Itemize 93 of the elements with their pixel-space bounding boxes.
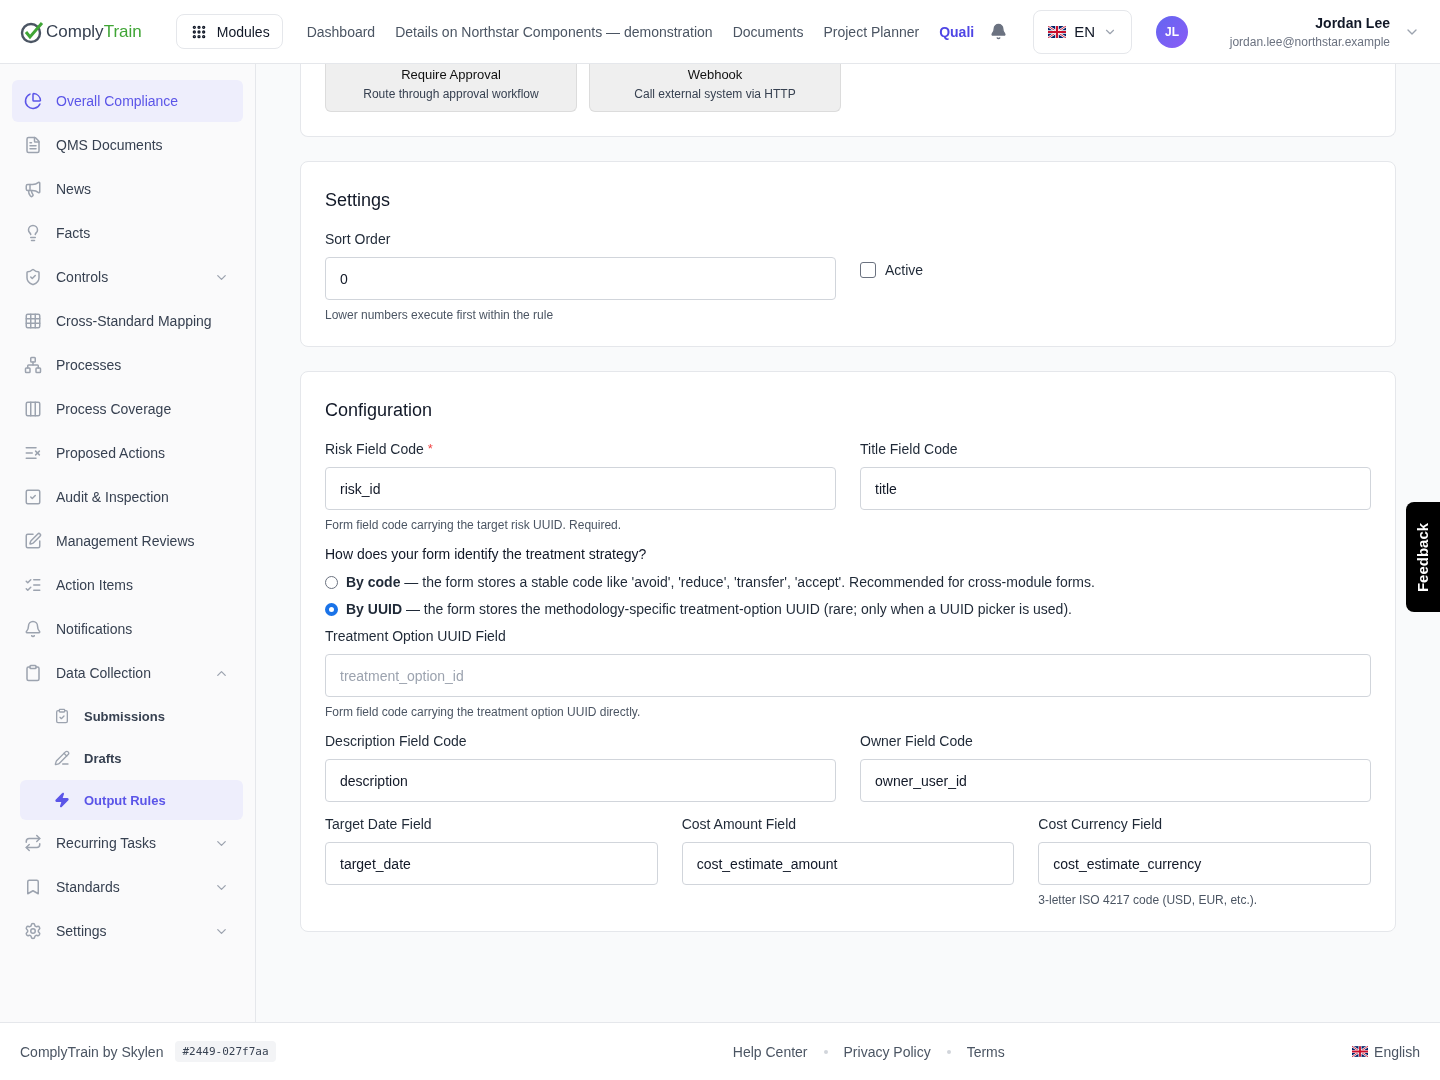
question-text: How does your form identify the treatment strategy? [325,546,648,562]
sidebar-item[interactable]: Process Coverage [12,388,243,430]
input-field[interactable]: title [860,467,1371,510]
section-title: Configuration [325,400,434,421]
field-label: Sort Order [325,231,392,247]
bell-icon[interactable] [990,23,1008,40]
sidebar-item[interactable]: Controls [12,256,243,298]
sidebar-item[interactable]: Overall Compliance [12,80,243,122]
field-hint: Form field code carrying the treatment option UUID directly. [325,705,642,719]
sidebar-item[interactable]: Management Reviews [12,520,243,562]
input-field[interactable]: target_date [325,842,658,885]
sidebar-item[interactable]: Processes [12,344,243,386]
shield-icon [24,268,42,286]
hierarchy-icon [24,356,42,374]
radio-option[interactable]: By UUID — the form stores the methodology-specific treatment-option UUID (rare; only when a UUID picker is used). [325,601,1371,617]
pencil-lines-icon [54,750,70,766]
user-name: Jordan Lee [1315,14,1390,31]
sidebar-item[interactable]: Recurring Tasks [12,822,243,864]
radio-option[interactable]: By code — the form stores a stable code like 'avoid', 'reduce', 'transfer', 'accept'. Recommended for cross-module forms. [325,574,1371,590]
checklist-icon [24,576,42,594]
list-icon [24,444,42,462]
field-label: Title Field Code [860,441,958,457]
action-option[interactable]: Require Approval Route through approval workflow [325,64,577,112]
user-email: jordan.lee@northstar.example [1229,34,1390,49]
modules-button[interactable]: Modules [175,14,283,49]
language-link[interactable]: English [1374,1043,1420,1060]
sidebar-item[interactable]: Cross-Standard Mapping [12,300,243,342]
bookmark-icon [24,878,42,896]
field-label: Cost Amount Field [681,816,797,832]
sidebar-item[interactable]: Facts [12,212,243,254]
columns-icon [24,400,42,418]
pen-square-icon [24,532,42,550]
field-label: Target Date Field [325,816,432,832]
sidebar-subitem[interactable]: Drafts [20,738,243,778]
repeat-icon [24,834,42,852]
sidebar-item[interactable]: Data Collection [12,652,243,694]
flag-icon [1048,25,1067,38]
field-hint: Lower numbers execute first within the rule [325,308,555,322]
sidebar-item[interactable]: Settings [12,910,243,952]
bell-icon [24,620,42,638]
lightning-icon [54,792,70,808]
nav-link[interactable]: Quali [939,23,975,40]
active-checkbox[interactable]: Active [860,231,1371,278]
sidebar-item[interactable]: QMS Documents [12,124,243,166]
footer-link[interactable]: Terms [966,1043,1005,1060]
sidebar-item[interactable]: Standards [12,866,243,908]
version-tag: #2449-027f7aa [175,1041,276,1062]
sidebar-subitem[interactable]: Output Rules [20,780,243,820]
grid-icon [24,312,42,330]
field-hint: 3-letter ISO 4217 code (USD, EUR, etc.). [1038,893,1259,907]
input-field[interactable]: description [325,759,836,802]
nav-link[interactable]: Project Planner [823,23,920,40]
pie-chart-icon [24,92,42,110]
document-icon [24,136,42,154]
clipboard-check-icon [54,708,70,724]
logo-text: ComplyTrain [46,21,142,42]
field-label: Owner Field Code [860,733,973,749]
required-mark: * [427,441,433,456]
action-option[interactable]: Webhook Call external system via HTTP [589,64,841,112]
nav-link[interactable]: Details on Northstar Components — demonstration [395,23,713,40]
grid-icon [190,23,207,40]
input-field[interactable]: treatment_option_id [325,654,1371,697]
sidebar-item[interactable]: News [12,168,243,210]
input-field[interactable]: owner_user_id [860,759,1371,802]
nav-link[interactable]: Dashboard [306,23,376,40]
clipboard-icon [24,664,42,682]
sidebar-item[interactable]: Notifications [12,608,243,650]
footer-brand: ComplyTrain by Skylen [20,1043,164,1060]
language-selector[interactable]: EN [1033,9,1133,54]
sidebar-item[interactable]: Audit & Inspection [12,476,243,518]
megaphone-icon [24,180,42,198]
field-label: Treatment Option UUID Field [325,628,507,644]
input-field[interactable]: 0 [325,257,836,300]
footer-link[interactable]: Help Center [732,1043,808,1060]
checkmark-logo-icon [20,19,44,44]
sidebar-item[interactable]: Action Items [12,564,243,606]
input-field[interactable]: risk_id [325,467,836,510]
checkbox-icon [24,488,42,506]
input-field[interactable]: cost_estimate_currency [1038,842,1371,885]
field-hint: Form field code carrying the target risk UUID. Required. [325,518,623,532]
sidebar-item[interactable]: Proposed Actions [12,432,243,474]
field-label: Cost Currency Field [1038,816,1163,832]
user-avatar[interactable]: JL [1156,15,1189,48]
footer-link[interactable]: Privacy Policy [843,1043,931,1060]
section-title: Settings [325,190,392,211]
nav-link[interactable]: Documents [732,23,804,40]
input-field[interactable]: cost_estimate_amount [681,842,1015,885]
field-label: Description Field Code [325,733,467,749]
sidebar-subitem[interactable]: Submissions [20,696,243,736]
feedback-tab[interactable]: Feedback [1406,502,1440,612]
settings-icon [24,922,42,940]
flag-icon [1352,1046,1369,1057]
field-label: Risk Field Code [325,441,424,457]
